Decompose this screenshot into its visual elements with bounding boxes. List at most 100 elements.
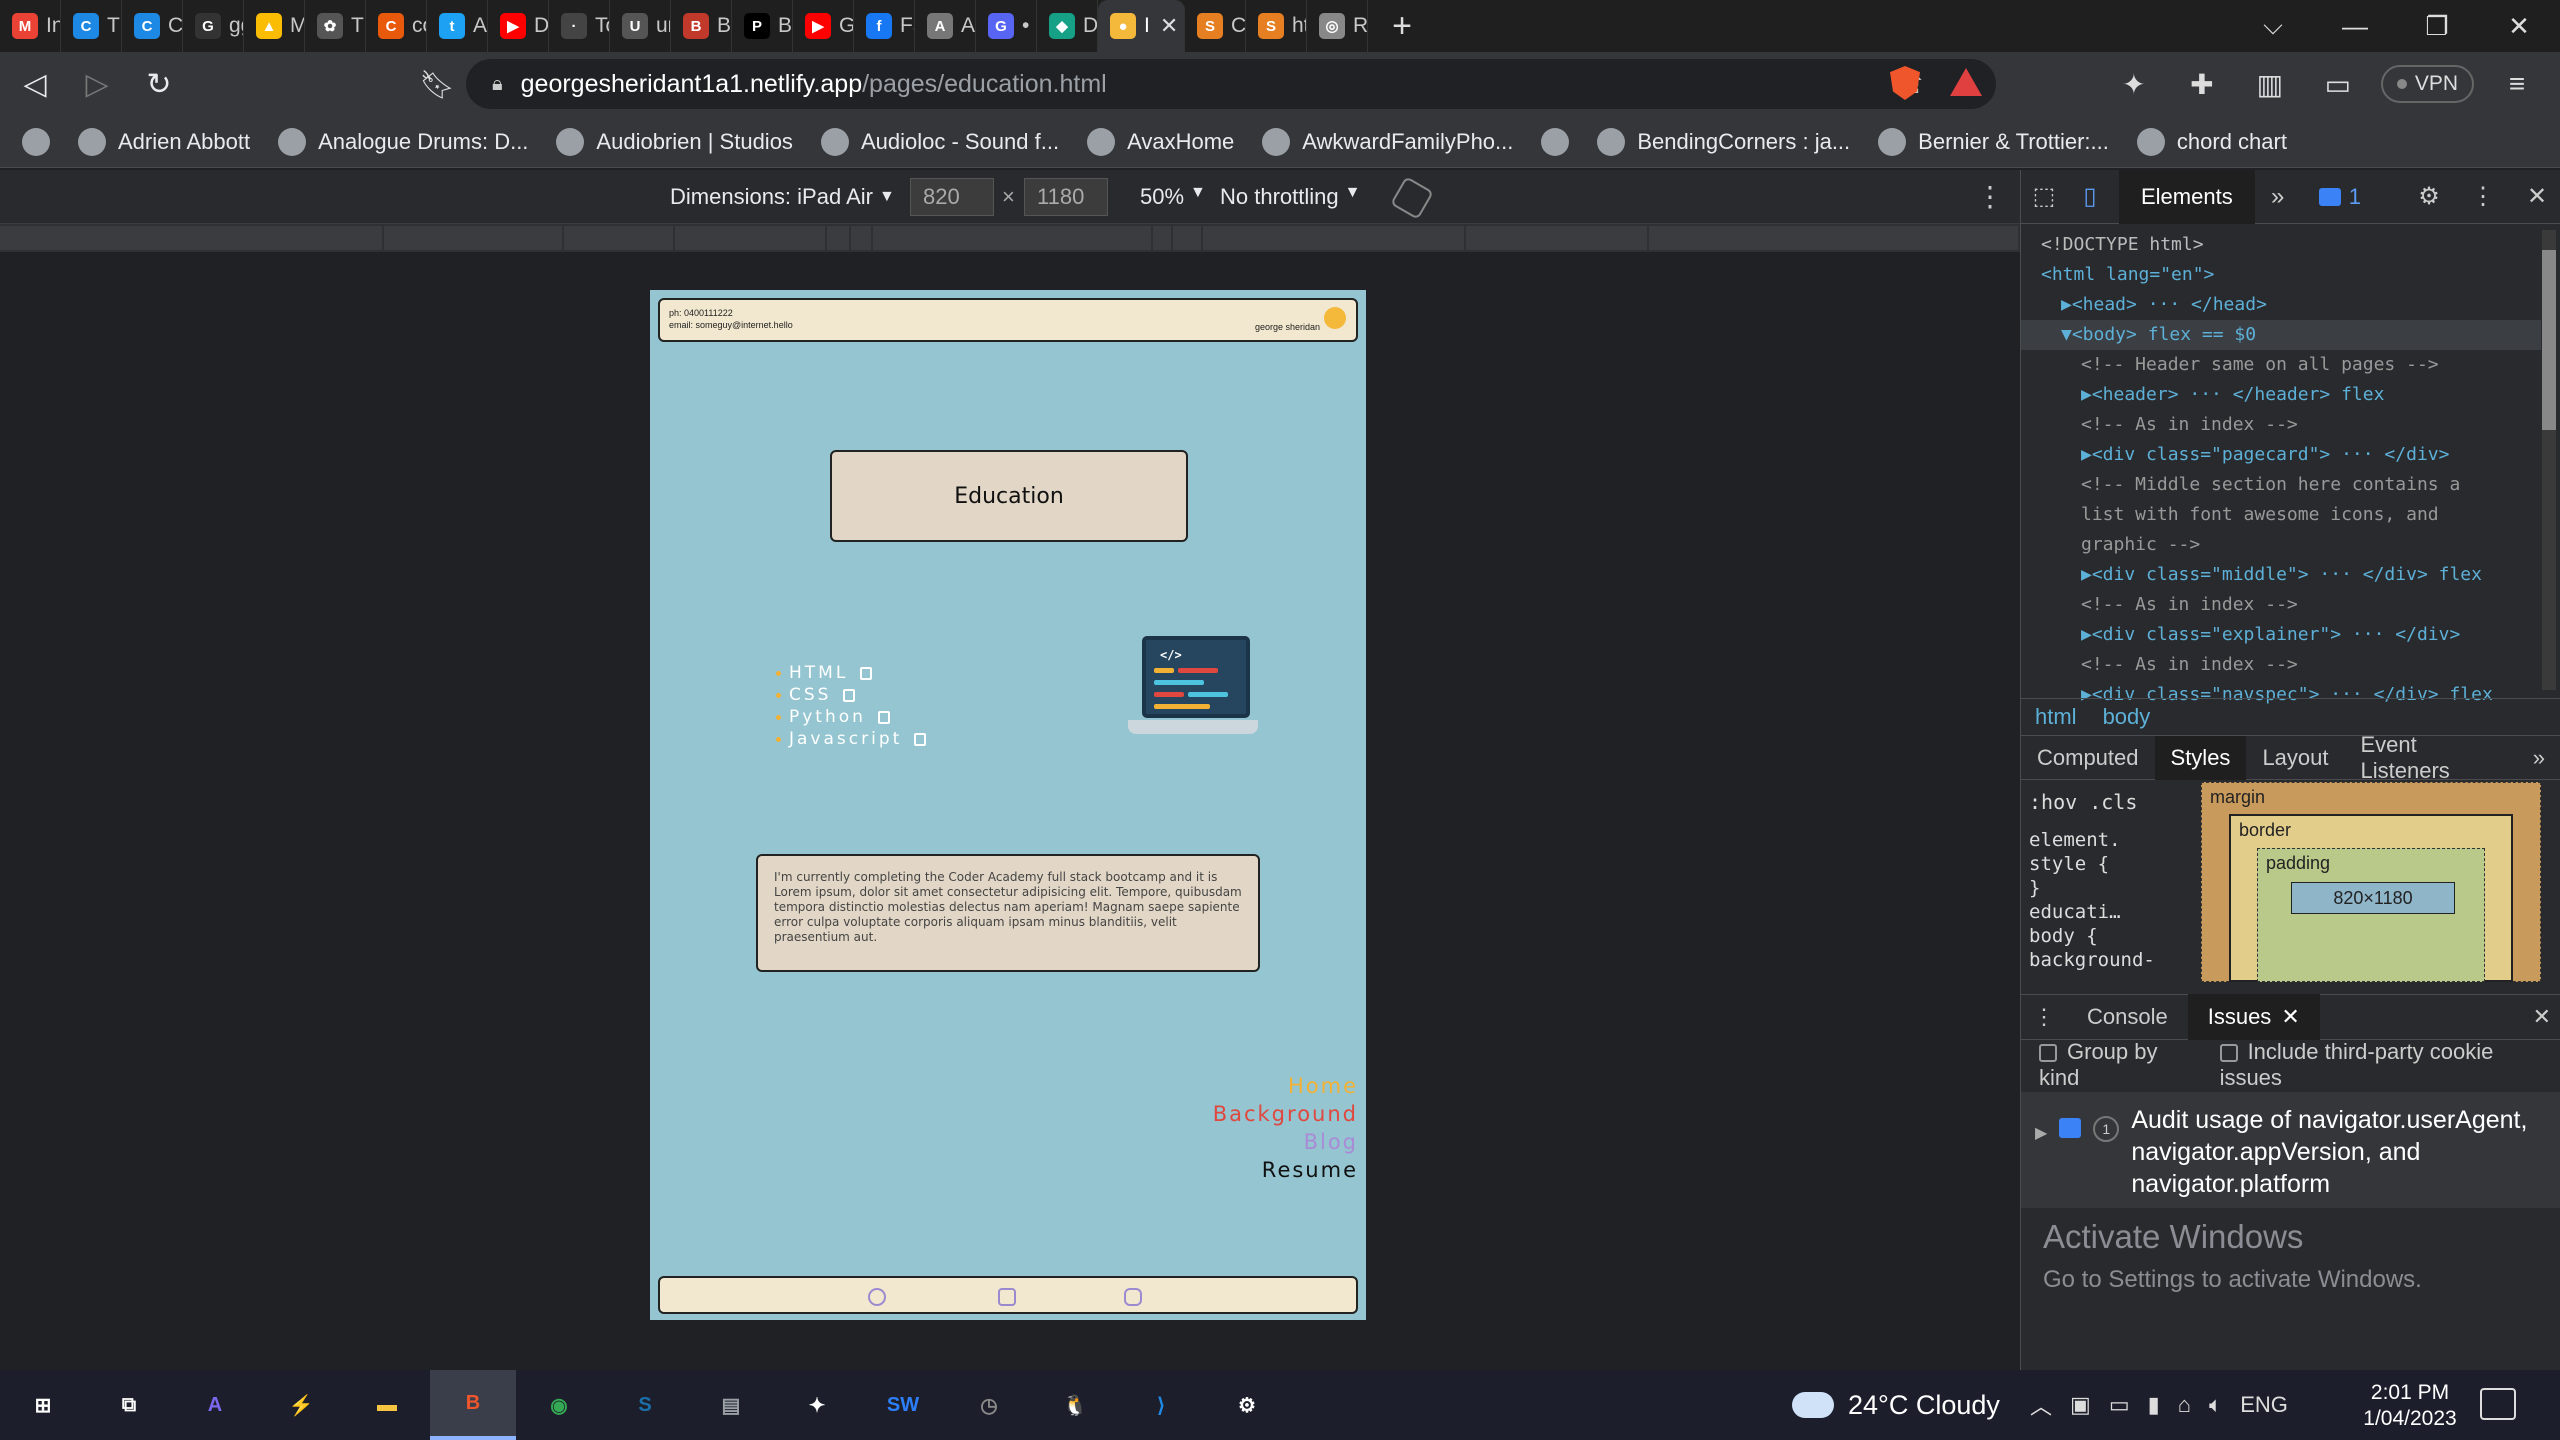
chevron-up-icon[interactable]: ︿ — [2030, 1389, 2052, 1421]
dom-node[interactable]: ▶<head> ··· </head> — [2021, 290, 2541, 320]
wallet-icon[interactable]: ▭ — [2313, 59, 2363, 109]
bookmark-item[interactable]: chord chart — [2136, 127, 2287, 156]
ruler-segment[interactable] — [872, 226, 1152, 250]
forward-button[interactable]: ▷ — [70, 57, 124, 111]
browser-tab[interactable]: C Con — [122, 0, 183, 52]
bookmark-item[interactable]: Audioloc - Sound f... — [820, 127, 1059, 156]
battery-icon[interactable]: ▮ — [2148, 1392, 2160, 1418]
browser-tab[interactable]: M Inbox — [0, 0, 61, 52]
ruler-segment[interactable] — [1649, 226, 2018, 250]
display-icon[interactable]: ▭ — [2109, 1392, 2130, 1418]
dom-node[interactable]: <!-- As in index --> — [2021, 410, 2541, 440]
reload-button[interactable]: ↻ — [132, 57, 186, 111]
expand-arrow-icon[interactable]: ▶ — [2035, 1118, 2047, 1208]
volume-icon[interactable]: 🔈︎ — [2209, 1392, 2222, 1418]
dom-node[interactable]: ▶<div class="explainer"> ··· </div> — [2021, 620, 2541, 650]
dom-node[interactable]: ▼<body> flex == $0 — [2021, 320, 2541, 350]
close-icon[interactable]: ✕ — [2281, 1004, 2299, 1030]
third-party-checkbox[interactable]: Include third-party cookie issues — [2219, 1039, 2560, 1091]
browser-tab[interactable]: C T1A — [61, 0, 122, 52]
ruler-segment[interactable] — [563, 226, 674, 250]
dom-node[interactable]: <!-- As in index --> — [2021, 650, 2541, 680]
scrollbar-thumb[interactable] — [2542, 250, 2556, 430]
tab-computed[interactable]: Computed — [2021, 736, 2155, 780]
taskbar-app[interactable]: B — [430, 1370, 516, 1440]
close-drawer-icon[interactable]: ✕ — [2533, 1004, 2551, 1030]
taskbar-app[interactable]: S — [602, 1370, 688, 1440]
box-padding[interactable]: padding — [2257, 848, 2485, 982]
style-rule-line[interactable]: style { — [2029, 852, 2153, 876]
group-by-kind-checkbox[interactable]: Group by kind — [2039, 1039, 2204, 1091]
ruler-segment[interactable] — [1173, 226, 1202, 250]
browser-tab[interactable]: ◆ Don — [1037, 0, 1098, 52]
taskbar-app[interactable]: ✦ — [774, 1370, 860, 1440]
tab-layout[interactable]: Layout — [2246, 736, 2344, 780]
ruler-segment[interactable] — [1203, 226, 1465, 250]
browser-tab[interactable]: G • Di — [976, 0, 1037, 52]
taskbar-app[interactable]: ⧉ — [86, 1370, 172, 1440]
brave-rewards-icon[interactable] — [1950, 68, 1982, 96]
ruler-segment[interactable] — [675, 226, 825, 250]
weather-widget[interactable]: 24°C Cloudy — [1792, 1370, 2000, 1440]
sidebar-icon[interactable]: ▥ — [2245, 59, 2295, 109]
tab-»[interactable]: » — [2517, 736, 2560, 780]
nav-link-background[interactable]: Background — [1213, 1100, 1358, 1128]
close-tab-icon[interactable]: ✕ — [1160, 13, 1178, 39]
bookmark-item[interactable]: Audiobrien | Studios — [556, 127, 793, 156]
browser-tab[interactable]: P Barr — [732, 0, 793, 52]
tab-console[interactable]: Console — [2067, 994, 2188, 1040]
dom-node[interactable]: <!-- Header same on all pages --> — [2021, 350, 2541, 380]
bookmark-item[interactable]: Adrien Abbott — [78, 127, 250, 156]
browser-tab[interactable]: ▶ Gart — [793, 0, 854, 52]
dom-node[interactable]: <!-- Middle section here contains a — [2021, 470, 2541, 500]
browser-tab[interactable]: B BPM — [671, 0, 732, 52]
taskbar-app[interactable]: ▤ — [688, 1370, 774, 1440]
rotate-icon[interactable] — [1390, 176, 1434, 220]
ruler-segment[interactable] — [1153, 226, 1172, 250]
bookmark-item[interactable]: Analogue Drums: D... — [278, 127, 528, 156]
bookmark-item[interactable]: Bernier & Trottier:... — [1878, 127, 2109, 156]
bookmark-item[interactable]: AwkwardFamilyPho... — [1262, 127, 1513, 156]
tab-issues[interactable]: Issues ✕ — [2187, 994, 2320, 1040]
browser-tab[interactable]: t Ano — [427, 0, 488, 52]
browser-tab[interactable]: · Ton — [549, 0, 610, 52]
device-select[interactable]: Dimensions: iPad Air ▼ — [670, 184, 895, 210]
issue-item[interactable]: ▶ 1 Audit usage of navigator.userAgent, … — [2021, 1092, 2560, 1208]
menu-icon[interactable]: ≡ — [2492, 59, 2542, 109]
nav-link-home[interactable]: Home — [1213, 1072, 1358, 1100]
browser-tab[interactable]: f Face — [854, 0, 915, 52]
browser-tab[interactable]: Ccod — [366, 0, 427, 52]
extension-icon[interactable]: ✦ — [2109, 59, 2159, 109]
github-icon[interactable] — [868, 1288, 886, 1306]
browser-tab[interactable]: ✿ The — [305, 0, 366, 52]
browser-tab[interactable]: ▲ My — [244, 0, 305, 52]
nav-link-resume[interactable]: Resume — [1213, 1156, 1358, 1184]
more-tabs-icon[interactable]: » — [2255, 183, 2301, 211]
dom-node[interactable]: <html lang="en"> — [2021, 260, 2541, 290]
bookmark-icon[interactable]: 🔖︎ — [410, 57, 464, 111]
ruler-segment[interactable] — [850, 226, 871, 250]
zoom-select[interactable]: 50% ▼ — [1140, 184, 1206, 210]
browser-tab[interactable]: S CSS — [1185, 0, 1246, 52]
browser-tab[interactable]: Gggr — [183, 0, 244, 52]
browser-tab[interactable]: ● I ✕ — [1098, 0, 1185, 52]
more-options-icon[interactable]: ⋮ — [2460, 182, 2506, 211]
ruler-segment[interactable] — [826, 226, 849, 250]
dom-node[interactable]: ▶<div class="pagecard"> ··· </div> — [2021, 440, 2541, 470]
settings-icon[interactable]: ⚙ — [2406, 182, 2452, 211]
clock[interactable]: 2:01 PM 1/04/2023 — [2360, 1380, 2460, 1432]
tab-search-button[interactable]: ⌵ — [2232, 0, 2314, 52]
ruler-segment[interactable] — [1466, 226, 1648, 250]
puzzle-icon[interactable]: ✚ — [2177, 59, 2227, 109]
crumb-body[interactable]: body — [2103, 704, 2151, 730]
taskbar-app[interactable]: ⚙ — [1204, 1370, 1290, 1440]
dom-node[interactable]: <!DOCTYPE html> — [2021, 230, 2541, 260]
style-rule-line[interactable]: } — [2029, 876, 2153, 900]
back-button[interactable]: ◁ — [8, 57, 62, 111]
dom-scrollbar[interactable] — [2542, 230, 2556, 690]
dom-node[interactable]: ▶<div class="middle"> ··· </div> flex — [2021, 560, 2541, 590]
browser-tab[interactable]: A Alyx — [915, 0, 976, 52]
bookmark-item[interactable] — [22, 127, 50, 156]
browser-tab[interactable]: ◎ Resu — [1307, 0, 1368, 52]
bookmark-item[interactable]: AvaxHome — [1087, 127, 1234, 156]
